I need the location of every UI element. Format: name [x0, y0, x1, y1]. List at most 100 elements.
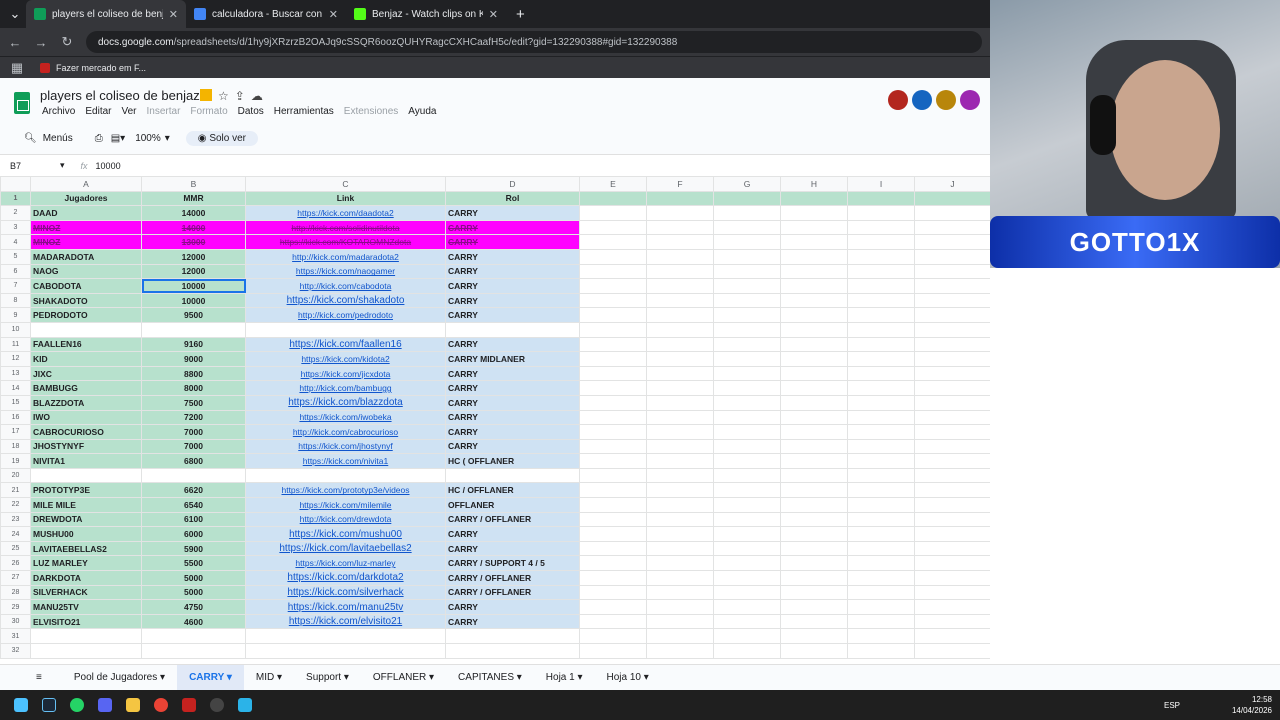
- formula-input[interactable]: 10000: [96, 161, 121, 171]
- empty-cell[interactable]: [579, 438, 647, 455]
- sheet-tab[interactable]: CARRY ▾: [177, 664, 244, 691]
- sheet-tab[interactable]: Pool de Jugadores ▾: [62, 672, 177, 683]
- empty-cell[interactable]: [780, 394, 848, 411]
- mmr-cell[interactable]: 8000: [141, 380, 246, 396]
- empty-cell[interactable]: [646, 336, 714, 353]
- column-header[interactable]: A: [30, 176, 142, 192]
- empty-cell[interactable]: [914, 263, 991, 280]
- row-number[interactable]: 31: [0, 628, 31, 644]
- empty-cell[interactable]: [713, 613, 781, 630]
- discord-icon[interactable]: [98, 698, 112, 712]
- player-cell[interactable]: JHOSTYNYF: [30, 438, 142, 455]
- empty-cell[interactable]: [646, 263, 714, 280]
- mmr-cell[interactable]: 9000: [141, 351, 246, 367]
- avatar[interactable]: [960, 90, 980, 110]
- empty-cell[interactable]: [914, 570, 991, 586]
- mmr-cell[interactable]: 7200: [141, 409, 246, 426]
- empty-cell[interactable]: [914, 511, 991, 528]
- empty-cell[interactable]: [914, 438, 991, 455]
- empty-cell[interactable]: [445, 643, 580, 659]
- link-cell[interactable]: http://kick.com/bambugg: [245, 380, 446, 396]
- row-number[interactable]: 7: [0, 278, 31, 294]
- empty-cell[interactable]: [847, 263, 915, 280]
- empty-cell[interactable]: [646, 190, 714, 207]
- empty-cell[interactable]: [141, 643, 246, 659]
- empty-cell[interactable]: [579, 234, 647, 250]
- role-cell[interactable]: CARRY: [445, 526, 580, 542]
- empty-cell[interactable]: [646, 526, 714, 542]
- empty-cell[interactable]: [579, 409, 647, 426]
- role-cell[interactable]: CARRY / OFFLANER: [445, 511, 580, 528]
- link-cell[interactable]: http://kick.com/cabrocurioso: [245, 424, 446, 440]
- empty-cell[interactable]: [646, 351, 714, 367]
- role-cell[interactable]: CARRY: [445, 365, 580, 382]
- empty-cell[interactable]: [847, 234, 915, 250]
- windows-start-icon[interactable]: [14, 698, 28, 712]
- row-number[interactable]: 17: [0, 424, 31, 440]
- player-cell[interactable]: MADARADOTA: [30, 248, 142, 265]
- empty-cell[interactable]: [713, 628, 781, 644]
- link-cell[interactable]: https://kick.com/nivita1: [245, 453, 446, 469]
- notepad-icon[interactable]: [238, 698, 252, 712]
- empty-cell[interactable]: [713, 643, 781, 659]
- mmr-cell[interactable]: 12000: [141, 248, 246, 265]
- empty-cell[interactable]: [579, 643, 647, 659]
- empty-cell[interactable]: [847, 438, 915, 455]
- empty-cell[interactable]: [780, 380, 848, 396]
- mmr-cell[interactable]: 14000: [141, 205, 246, 221]
- empty-cell[interactable]: [713, 599, 781, 615]
- row-number[interactable]: 6: [0, 263, 31, 280]
- empty-cell[interactable]: [914, 584, 991, 601]
- empty-cell[interactable]: [713, 336, 781, 353]
- empty-cell[interactable]: [780, 205, 848, 221]
- role-cell[interactable]: CARRY: [445, 248, 580, 265]
- empty-cell[interactable]: [713, 584, 781, 601]
- role-cell[interactable]: CARRY: [445, 438, 580, 455]
- avatar[interactable]: [912, 90, 932, 110]
- empty-cell[interactable]: [847, 482, 915, 499]
- mmr-cell[interactable]: 5500: [141, 555, 246, 572]
- empty-cell[interactable]: [914, 219, 991, 236]
- empty-cell[interactable]: [579, 584, 647, 601]
- row-number[interactable]: 16: [0, 409, 31, 426]
- empty-cell[interactable]: [914, 190, 991, 207]
- empty-cell[interactable]: [646, 409, 714, 426]
- column-header[interactable]: E: [579, 176, 647, 192]
- link-cell[interactable]: https://kick.com/darkdota2: [245, 570, 446, 586]
- empty-cell[interactable]: [713, 497, 781, 513]
- empty-cell[interactable]: [780, 292, 848, 309]
- empty-cell[interactable]: [780, 511, 848, 528]
- empty-cell[interactable]: [646, 570, 714, 586]
- empty-cell[interactable]: [646, 643, 714, 659]
- empty-cell[interactable]: [914, 278, 991, 294]
- empty-cell[interactable]: [780, 613, 848, 630]
- empty-cell[interactable]: [914, 394, 991, 411]
- empty-cell[interactable]: [847, 453, 915, 469]
- close-icon[interactable]: ✕: [169, 8, 178, 21]
- menu-item[interactable]: Ayuda: [408, 106, 436, 117]
- column-title[interactable]: Rol: [445, 190, 580, 207]
- empty-cell[interactable]: [713, 526, 781, 542]
- role-cell[interactable]: CARRY: [445, 599, 580, 615]
- player-cell[interactable]: DREWDOTA: [30, 511, 142, 528]
- chevron-down-icon[interactable]: ▾: [641, 672, 649, 683]
- empty-cell[interactable]: [579, 570, 647, 586]
- mmr-cell[interactable]: 5900: [141, 540, 246, 557]
- player-cell[interactable]: SHAKADOTO: [30, 292, 142, 309]
- empty-cell[interactable]: [914, 599, 991, 615]
- row-number[interactable]: 24: [0, 526, 31, 542]
- player-cell[interactable]: PROTOTYP3E: [30, 482, 142, 499]
- empty-cell[interactable]: [579, 365, 647, 382]
- link-cell[interactable]: [245, 321, 446, 338]
- link-cell[interactable]: https://kick.com/kidota2: [245, 351, 446, 367]
- link-cell[interactable]: https://kick.com/lavitaebellas2: [245, 540, 446, 557]
- empty-cell[interactable]: [713, 453, 781, 469]
- player-cell[interactable]: PEDRODOTO: [30, 307, 142, 323]
- empty-cell[interactable]: [579, 205, 647, 221]
- empty-cell[interactable]: [914, 628, 991, 644]
- row-number[interactable]: 1: [0, 190, 31, 207]
- link-cell[interactable]: https://kick.com/prototyp3e/videos: [245, 482, 446, 499]
- empty-cell[interactable]: [914, 336, 991, 353]
- player-cell[interactable]: BLAZZDOTA: [30, 394, 142, 411]
- role-cell[interactable]: CARRY: [445, 205, 580, 221]
